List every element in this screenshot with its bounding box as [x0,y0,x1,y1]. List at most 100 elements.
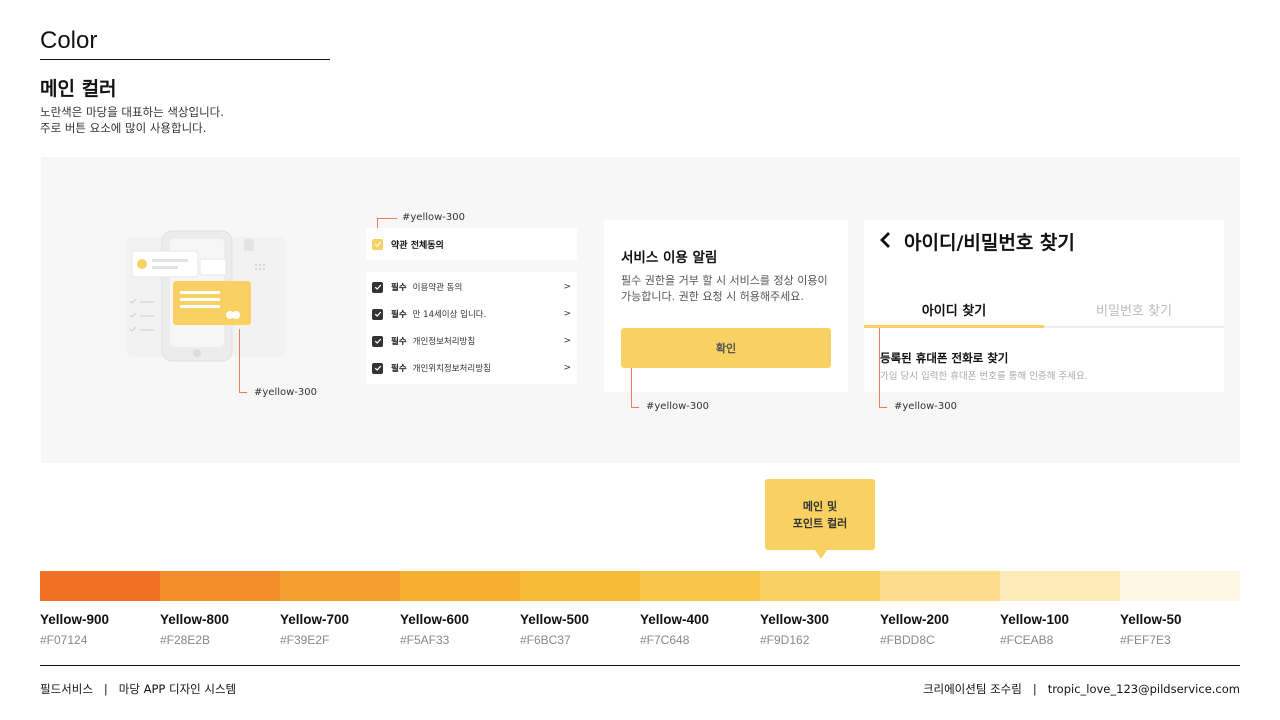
swatch-label: Yellow-600 #F5AF33 [400,612,520,647]
annotation-line [239,392,247,393]
footer-separator: | [1032,682,1037,696]
swatch-name: Yellow-400 [640,612,710,627]
required-label: 필수 [391,283,407,293]
footer-project: 마당 APP 디자인 시스템 [118,682,237,696]
list-item[interactable]: 필수 이용약관 동의 > [372,280,571,294]
list-item[interactable]: 필수 개인위치정보처리방침 > [372,361,571,375]
footer-email[interactable]: tropic_love_123@pildservice.com [1048,682,1240,696]
color-palette [40,571,1240,601]
tab-find-password[interactable]: 비밀번호 찾기 [1044,300,1224,319]
description-line-2: 주로 버튼 요소에 많이 사용합니다. [40,121,207,135]
terms-text: 만 14세이상 입니다. [412,310,487,320]
chevron-right-icon[interactable]: > [563,363,571,373]
page-title: 아이디/비밀번호 찾기 [904,232,1075,254]
annotation-label: #yellow-300 [894,401,957,412]
terms-checkbox[interactable] [372,335,383,347]
swatch-hex: #F28E2B [160,633,211,647]
swatch-hex: #FCEAB8 [1000,633,1054,647]
annotation-line [239,329,240,393]
dialog-body: 필수 권한을 거부 할 시 서비스를 정상 이용이 가능합니다. 권한 요청 시… [621,274,828,303]
swatch-yellow-900 [40,571,160,601]
swatch-hex: #F5AF33 [400,633,450,647]
annotation-line [377,218,397,219]
terms-text: 개인정보처리방침 [412,337,476,347]
agree-all-label: 약관 전체동의 [391,240,444,251]
terms-checkbox[interactable] [372,308,383,320]
chevron-right-icon[interactable]: > [563,282,571,292]
footer-left: 필드서비스 | 마당 APP 디자인 시스템 [40,681,236,697]
swatch-yellow-600 [400,571,520,601]
swatch-name: Yellow-100 [1000,612,1070,627]
swatch-hex: #F39E2F [280,633,330,647]
footer-company: 필드서비스 [40,682,93,696]
swatch-name: Yellow-900 [40,612,110,627]
find-id-screen: 아이디/비밀번호 찾기 아이디 찾기 비밀번호 찾기 등록된 휴대폰 전화로 찾… [864,220,1224,392]
check-icon [374,365,381,371]
annotation-line [879,328,880,408]
swatch-yellow-400 [640,571,760,601]
footer-separator: | [103,682,108,696]
swatch-hex: #F6BC37 [520,633,571,647]
swatch-name: Yellow-600 [400,612,470,627]
tooltip-line-1: 메인 및 [802,499,838,513]
list-item[interactable]: 필수 개인정보처리방침 > [372,334,571,348]
sub-title: 메인 컬러 [40,78,117,100]
description: 노란색은 마당을 대표하는 색상입니다. 주로 버튼 요소에 많이 사용합니다. [40,104,224,136]
section-title: Color [40,27,98,54]
back-arrow-icon[interactable] [878,230,894,250]
swatch-hex: #F7C648 [640,633,690,647]
phone-illustration-icon [126,230,286,362]
swatch-name: Yellow-800 [160,612,230,627]
swatch-yellow-100 [1000,571,1120,601]
service-dialog: 서비스 이용 알림 필수 권한을 거부 할 시 서비스를 정상 이용이 가능합니… [604,220,848,392]
annotation-label: #yellow-300 [646,401,709,412]
terms-text: 이용약관 동의 [412,283,463,293]
swatch-name: Yellow-500 [520,612,590,627]
terms-checkbox[interactable] [372,362,383,374]
swatch-yellow-800 [160,571,280,601]
swatch-label: Yellow-200 #FBDD8C [880,612,1000,647]
swatch-name: Yellow-200 [880,612,950,627]
section-rule [40,59,330,60]
swatch-label: Yellow-100 #FCEAB8 [1000,612,1120,647]
swatch-name: Yellow-700 [280,612,350,627]
swatch-name: Yellow-50 [1120,612,1182,627]
agree-all-row[interactable]: 약관 전체동의 [366,228,577,260]
check-icon [374,311,381,317]
swatch-label: Yellow-700 #F39E2F [280,612,400,647]
required-label: 필수 [391,310,407,320]
palette-labels: Yellow-900 #F07124 Yellow-800 #F28E2B Yell… [40,612,1240,647]
find-by-phone-note: 가입 당시 입력한 휴대폰 번호를 통해 인증해 주세요. [880,371,1088,382]
swatch-name: Yellow-300 [760,612,830,627]
annotation-label: #yellow-300 [254,387,317,398]
swatch-label: Yellow-400 #F7C648 [640,612,760,647]
main-color-tooltip: 메인 및 포인트 컬러 [765,479,875,550]
required-label: 필수 [391,364,407,374]
example-canvas: #yellow-300 #yellow-300 약관 전체동의 필수 이용약관 … [41,157,1240,463]
chevron-right-icon[interactable]: > [563,336,571,346]
tab-find-id[interactable]: 아이디 찾기 [864,300,1044,319]
find-by-phone-title: 등록된 휴대폰 전화로 찾기 [880,351,1009,365]
swatch-hex: #FBDD8C [880,633,935,647]
list-item[interactable]: 필수 만 14세이상 입니다. > [372,307,571,321]
annotation-line [631,407,639,408]
swatch-hex: #F07124 [40,633,88,647]
swatch-yellow-50 [1120,571,1240,601]
check-icon [374,284,381,290]
swatch-hex: #F9D162 [760,633,810,647]
terms-list: 필수 이용약관 동의 > 필수 만 14세이상 입니다. > 필수 개인정보처리… [366,272,577,384]
swatch-label: Yellow-800 #F28E2B [160,612,280,647]
swatch-label: Yellow-300 #F9D162 [760,612,880,647]
confirm-button[interactable]: 확인 [621,328,831,368]
dialog-title: 서비스 이용 알림 [621,250,718,266]
chevron-right-icon[interactable]: > [563,309,571,319]
annotation-label: #yellow-300 [402,212,465,223]
footer-right: 크리에이션팀 조수림 | tropic_love_123@pildservice.c… [923,681,1240,697]
tooltip-tail [815,550,827,559]
swatch-yellow-200 [880,571,1000,601]
terms-checkbox[interactable] [372,281,383,293]
tab-active-indicator [864,325,1044,328]
agree-all-checkbox[interactable] [372,238,383,250]
check-icon [374,338,381,344]
swatch-hex: #FEF7E3 [1120,633,1171,647]
